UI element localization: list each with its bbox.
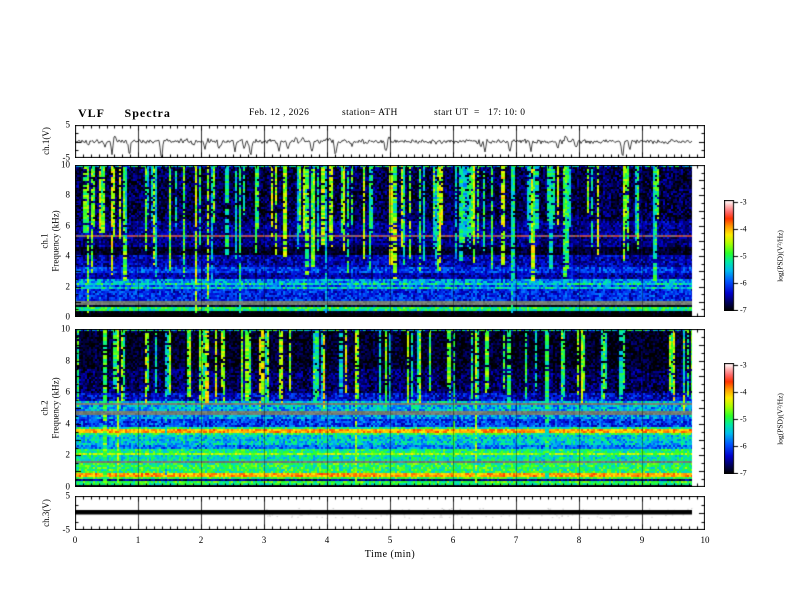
ch1-spec-ylabel-line2: Frequency (kHz) xyxy=(50,210,60,272)
x-tick-label: 9 xyxy=(639,535,645,545)
ch1-spec-y-tick-label: 4 xyxy=(65,250,71,261)
ch2-spec-y-tick-label: 10 xyxy=(61,323,70,334)
ch2-spec-y-tick-label: 4 xyxy=(65,418,71,429)
colorbar2-label: log(PSD)(V²/Hz) xyxy=(775,393,785,445)
ch2-spec-y-tick-label: 6 xyxy=(65,386,71,397)
colorbar1-tick-label: -6 xyxy=(740,278,747,288)
date-label: Feb. 12 , 2026 xyxy=(249,108,310,118)
ch1-spectrogram-panel xyxy=(75,165,705,317)
x-tick-label: 4 xyxy=(324,535,330,545)
ch3-waveform-panel xyxy=(75,496,705,530)
vlf-spectra-figure: VLF Spectra Feb. 12 , 2026 station= ATH … xyxy=(0,0,792,612)
colorbar-ch2 xyxy=(724,363,740,474)
ch2-spec-y-tick-label: 2 xyxy=(65,449,71,460)
x-tick-label: 0 xyxy=(72,535,78,545)
colorbar1-tick-label: -5 xyxy=(740,251,747,261)
x-tick-label: 2 xyxy=(198,535,204,545)
ch2-spec-ylabel: ch.2 Frequency (kHz) xyxy=(40,377,61,438)
colorbar1-label: log(PSD)(V²/Hz) xyxy=(775,230,785,282)
ch1-spec-ylabel-line1: ch.1 xyxy=(39,233,50,249)
colorbar-ch1 xyxy=(724,200,740,311)
x-tick-label: 1 xyxy=(135,535,141,545)
ch1-spec-y-tick-label: 0 xyxy=(65,311,71,322)
ch2-spectrogram-panel xyxy=(75,329,705,487)
ch1-spec-y-tick-label: 6 xyxy=(65,220,71,231)
colorbar1-tick-label: -3 xyxy=(740,197,747,207)
x-tick-label: 6 xyxy=(450,535,456,545)
ch1-wave-ylabel: ch.1(V) xyxy=(40,127,51,155)
colorbar1-tick-label: -7 xyxy=(740,305,747,315)
ch2-spec-y-tick-label: 8 xyxy=(65,355,71,366)
colorbar2-tick-label: -4 xyxy=(740,387,747,397)
ch3wave-y-tick-label: -5 xyxy=(62,524,71,535)
x-tick-label: 5 xyxy=(387,535,393,545)
colorbar2-tick-label: -5 xyxy=(740,414,747,424)
ch1-waveform-panel xyxy=(75,125,705,158)
x-tick-label: 7 xyxy=(513,535,519,545)
ch1wave-y-tick-label: -5 xyxy=(62,152,71,163)
ch1-spec-y-tick-label: 8 xyxy=(65,189,71,200)
ch2-spec-ylabel-line1: ch.2 xyxy=(39,400,50,416)
x-tick-label: 8 xyxy=(576,535,582,545)
ch1wave-y-tick-label: 5 xyxy=(65,119,71,130)
figure-title: VLF Spectra xyxy=(78,106,171,120)
colorbar2-tick-label: -3 xyxy=(740,360,747,370)
ch3wave-y-tick-label: 5 xyxy=(65,490,71,501)
x-axis-title: Time (min) xyxy=(364,549,416,560)
colorbar1-tick-label: -4 xyxy=(740,224,747,234)
start-ut-label: start UT = 17: 10: 0 xyxy=(434,108,526,118)
ch1-spec-y-tick-label: 2 xyxy=(65,281,71,292)
ch1-spec-ylabel: ch.1 Frequency (kHz) xyxy=(40,210,61,271)
colorbar2-tick-label: -7 xyxy=(740,468,747,478)
x-tick-label: 3 xyxy=(261,535,267,545)
ch2-spec-ylabel-line2: Frequency (kHz) xyxy=(50,377,60,439)
station-label: station= ATH xyxy=(342,108,398,118)
x-tick-label: 10 xyxy=(700,535,710,545)
ch3-wave-ylabel: ch.3(V) xyxy=(40,499,51,527)
colorbar2-tick-label: -6 xyxy=(740,441,747,451)
